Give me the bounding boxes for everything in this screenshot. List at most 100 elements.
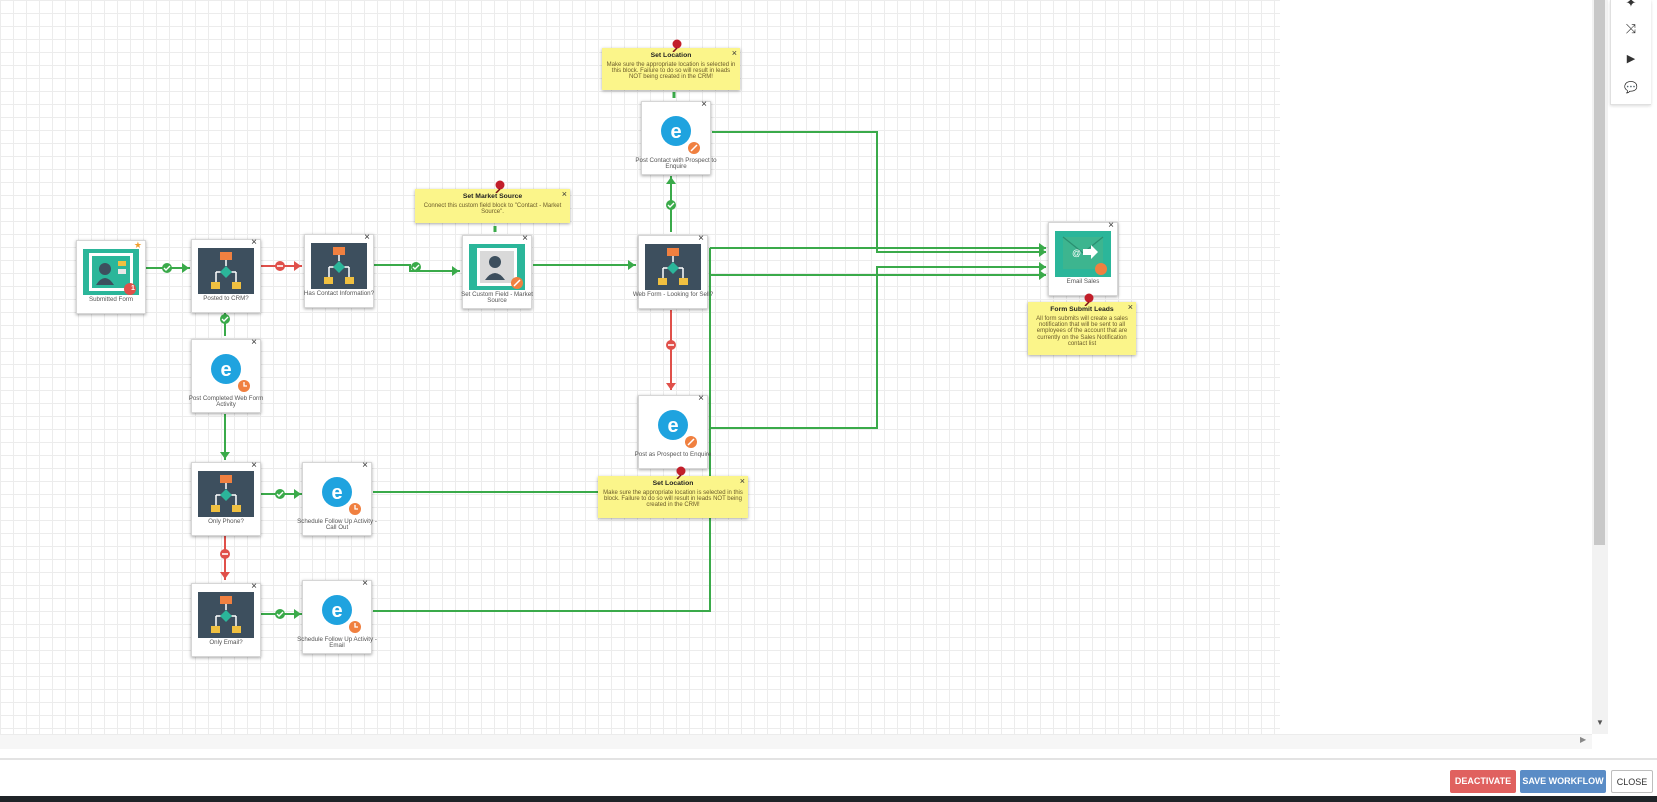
- close-icon[interactable]: ×: [362, 461, 368, 471]
- check-marker: [275, 609, 285, 619]
- note-form-submit-leads[interactable]: × Form Submit Leads All form submits wil…: [1028, 302, 1136, 355]
- arrowhead: [294, 609, 301, 619]
- node-label: Submitted Form: [88, 296, 133, 303]
- node-web-form-looking[interactable]: × Web Form - Looking for Sell?: [633, 234, 713, 309]
- close-icon[interactable]: ×: [732, 48, 737, 58]
- play-icon[interactable]: ▶: [1611, 46, 1651, 72]
- arrowhead: [1039, 262, 1046, 272]
- scroll-right-arrow-icon[interactable]: ▶: [1580, 735, 1586, 744]
- node-label: Schedule Follow Up Activity - Email: [297, 636, 377, 650]
- note-set-location-top[interactable]: × Set Location Make sure the appropriate…: [602, 48, 740, 90]
- comment-icon[interactable]: 💬: [1611, 75, 1651, 101]
- decision-flowchart-icon: [198, 592, 254, 638]
- node-label: Post Contact with Prospect to Enquire: [635, 157, 717, 171]
- node-label: Schedule Follow Up Activity - Call Out: [297, 518, 377, 532]
- svg-text:e: e: [331, 482, 342, 504]
- decision-flowchart-icon: [645, 244, 701, 290]
- node-has-contact-info[interactable]: × Has Contact Information?: [304, 233, 374, 308]
- note-title: Set Location: [652, 480, 694, 487]
- node-label: Has Contact Information?: [303, 290, 375, 297]
- note-set-location-bottom[interactable]: × Set Location Make sure the appropriate…: [598, 476, 748, 518]
- note-title: Set Location: [650, 52, 692, 59]
- vertical-scroll-thumb[interactable]: [1594, 0, 1605, 545]
- node-label: Set Custom Field - Market Source: [461, 291, 533, 305]
- note-body: Make sure the appropriate location is se…: [603, 490, 743, 509]
- close-icon[interactable]: ×: [698, 394, 704, 404]
- note-body: Make sure the appropriate location is se…: [606, 62, 736, 81]
- check-marker: [275, 489, 285, 499]
- arrowhead: [220, 452, 230, 459]
- window-bottom-strip: [0, 796, 1657, 802]
- node-only-phone[interactable]: × Only Phone?: [191, 461, 261, 536]
- node-set-custom-field[interactable]: × Set Custom Field - Market Source: [461, 234, 533, 309]
- email-send-icon: @: [1055, 231, 1111, 277]
- arrowhead: [628, 260, 635, 270]
- svg-text:e: e: [220, 359, 231, 381]
- note-body: All form submits will create a sales not…: [1036, 316, 1128, 347]
- horizontal-scrollbar[interactable]: [0, 734, 1592, 749]
- node-email-sales[interactable]: × @ Email Sales: [1048, 221, 1118, 296]
- pushpin-icon: [1084, 293, 1094, 306]
- save-workflow-button[interactable]: SAVE WORKFLOW: [1520, 770, 1606, 793]
- arrowhead: [182, 263, 189, 273]
- scroll-down-arrow-icon[interactable]: ▼: [1592, 718, 1608, 730]
- node-label: Email Sales: [1066, 278, 1100, 285]
- eloqua-activity-icon: e: [309, 471, 365, 517]
- badge-count: 1: [131, 285, 135, 292]
- close-icon[interactable]: ×: [364, 233, 370, 243]
- wire-postcontact-emailsales: [712, 131, 1046, 253]
- note-title: Set Market Source: [462, 193, 523, 200]
- close-icon[interactable]: ×: [251, 238, 257, 248]
- check-marker: [220, 314, 230, 324]
- node-label: Web Form - Looking for Sell?: [632, 291, 714, 298]
- arrowhead: [294, 489, 301, 499]
- close-icon[interactable]: ×: [522, 234, 528, 244]
- footer-divider: [0, 758, 1657, 760]
- close-icon[interactable]: ×: [362, 579, 368, 589]
- svg-text:@: @: [1072, 248, 1081, 258]
- node-only-email[interactable]: × Only Email?: [191, 582, 261, 657]
- node-label: Posted to CRM?: [203, 295, 249, 302]
- eloqua-activity-icon: e: [309, 589, 365, 635]
- node-label: Only Phone?: [208, 518, 244, 525]
- eloqua-icon: e: [645, 404, 701, 450]
- note-body: Connect this custom field block to "Cont…: [423, 203, 562, 216]
- node-schedule-call[interactable]: × e Schedule Follow Up Activity - Call O…: [297, 461, 377, 536]
- close-icon[interactable]: ×: [698, 234, 704, 244]
- node-post-completed-web[interactable]: × e Post Completed Web Form Activity: [189, 338, 263, 413]
- close-icon[interactable]: ×: [1128, 302, 1133, 312]
- decision-flowchart-icon: [198, 248, 254, 294]
- eloqua-activity-icon: e: [198, 348, 254, 394]
- close-icon[interactable]: ×: [701, 100, 707, 110]
- deactivate-button[interactable]: DEACTIVATE: [1450, 770, 1516, 793]
- svg-text:e: e: [667, 415, 678, 437]
- close-icon[interactable]: ×: [562, 189, 567, 199]
- svg-text:e: e: [670, 121, 681, 143]
- close-button[interactable]: CLOSE: [1611, 770, 1653, 793]
- close-icon[interactable]: ×: [251, 338, 257, 348]
- arrowhead-red: [666, 383, 676, 390]
- check-marker: [162, 263, 172, 273]
- arrowhead-red: [294, 261, 301, 271]
- decision-flowchart-icon: [311, 243, 367, 289]
- node-post-prospect-enquire[interactable]: × e Post as Prospect to Enquire: [635, 394, 711, 469]
- node-post-contact-prospect[interactable]: × e Post Contact with Prospect to Enquir…: [635, 100, 717, 175]
- eloqua-icon: e: [648, 110, 704, 156]
- close-icon[interactable]: ×: [740, 476, 745, 486]
- pushpin-icon: [676, 466, 686, 479]
- note-market-source[interactable]: × Set Market Source Connect this custom …: [415, 189, 570, 223]
- canvas-blank-area: [1280, 0, 1592, 734]
- arrowhead: [452, 266, 459, 276]
- pushpin-icon: [495, 180, 505, 193]
- svg-text:e: e: [331, 600, 342, 622]
- node-submitted-form[interactable]: ★ 1 Submitted Form: [76, 240, 146, 314]
- shuffle-icon[interactable]: ⤨: [1611, 16, 1651, 42]
- pushpin-icon: [672, 39, 682, 52]
- node-posted-to-crm[interactable]: × Posted to CRM?: [191, 238, 261, 313]
- pin-icon[interactable]: ✦: [1611, 0, 1651, 16]
- close-icon[interactable]: ×: [251, 461, 257, 471]
- node-schedule-email[interactable]: × e Schedule Follow Up Activity - Email: [297, 579, 377, 654]
- close-icon[interactable]: ×: [1108, 221, 1114, 231]
- close-icon[interactable]: ×: [251, 582, 257, 592]
- node-label: Post as Prospect to Enquire: [634, 451, 712, 458]
